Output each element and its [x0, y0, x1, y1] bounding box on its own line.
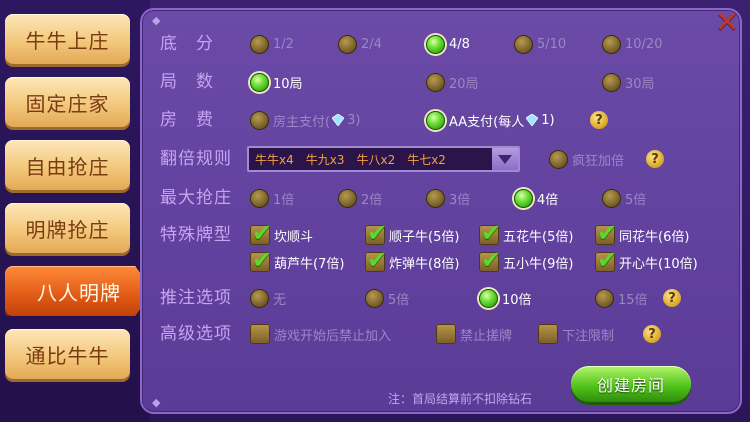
- chevron-down-icon[interactable]: [492, 148, 518, 170]
- corner-diamond-icon: ◆: [152, 14, 161, 27]
- help-icon: ?: [663, 289, 681, 307]
- sidebar-item-eight-player[interactable]: 八人明牌: [5, 266, 153, 316]
- push-bet-option-none[interactable]: 无: [250, 285, 286, 311]
- sidebar-item-fixed-banker[interactable]: 固定庄家: [5, 77, 130, 127]
- special-hand-kaixinniu[interactable]: 开心牛(10倍): [595, 246, 698, 275]
- radio-icon: [549, 149, 568, 169]
- radio-icon: [602, 72, 621, 92]
- help-icon: ?: [643, 325, 661, 343]
- sidebar-item-open-grab[interactable]: 明牌抢庄: [5, 203, 130, 253]
- multiplier-label: 翻倍规则: [160, 149, 232, 169]
- radio-selected-icon: [479, 288, 498, 308]
- special-hand-wuhuaniu[interactable]: 五花牛(5倍): [479, 219, 573, 248]
- checkbox-checked-icon: [479, 246, 501, 274]
- rounds-option-20[interactable]: 20局: [426, 69, 479, 95]
- footer-note: 注：首局结算前不扣除钻石: [388, 392, 533, 406]
- base-score-option-1[interactable]: 1/2: [250, 31, 294, 57]
- room-fee-label: 房 费: [160, 110, 214, 130]
- radio-icon: [250, 34, 269, 54]
- rounds-option-10[interactable]: 10局: [250, 69, 303, 95]
- radio-selected-icon: [514, 188, 533, 208]
- sidebar-item-free-grab[interactable]: 自由抢庄: [5, 140, 130, 190]
- radio-icon: [514, 34, 533, 54]
- advanced-label: 高级选项: [160, 324, 232, 344]
- checkbox-checked-icon: [595, 219, 617, 247]
- help-icon: ?: [646, 150, 664, 168]
- checkbox-icon: [538, 324, 558, 344]
- radio-icon: [365, 288, 384, 308]
- diamond-icon: [332, 114, 345, 126]
- radio-selected-icon: [250, 72, 269, 92]
- advanced-help[interactable]: ?: [643, 321, 661, 347]
- checkbox-icon: [250, 324, 270, 344]
- checkbox-checked-icon: [250, 246, 272, 274]
- room-fee-owner-option[interactable]: 房主支付( 3): [250, 107, 360, 133]
- radio-icon: [595, 288, 614, 308]
- special-hand-tonghuaniu[interactable]: 同花牛(6倍): [595, 219, 689, 248]
- create-room-button[interactable]: 创建房间: [571, 366, 691, 402]
- corner-diamond-icon: ◆: [152, 396, 161, 409]
- base-score-label: 底 分: [160, 34, 214, 54]
- radio-icon: [250, 288, 269, 308]
- special-hand-shunziniu[interactable]: 顺子牛(5倍): [365, 219, 459, 248]
- checkbox-checked-icon: [595, 246, 617, 274]
- radio-icon: [602, 188, 621, 208]
- max-grab-option-3[interactable]: 3倍: [426, 185, 470, 211]
- checkbox-checked-icon: [250, 219, 272, 247]
- checkbox-checked-icon: [365, 246, 387, 274]
- special-hand-huluniu[interactable]: 葫芦牛(7倍): [250, 246, 344, 275]
- max-grab-option-2[interactable]: 2倍: [338, 185, 382, 211]
- radio-icon: [250, 110, 269, 130]
- push-bet-label: 推注选项: [160, 288, 232, 308]
- base-score-option-5[interactable]: 10/20: [602, 31, 662, 57]
- sidebar-item-niuniu-shangzhuang[interactable]: 牛牛上庄: [5, 14, 130, 64]
- max-grab-option-4[interactable]: 4倍: [514, 185, 558, 211]
- diamond-icon: [526, 114, 539, 126]
- base-score-option-2[interactable]: 2/4: [338, 31, 382, 57]
- room-fee-help[interactable]: ?: [590, 107, 608, 133]
- checkbox-checked-icon: [365, 219, 387, 247]
- special-hand-zhadanniu[interactable]: 炸弹牛(8倍): [365, 246, 459, 275]
- max-grab-option-5[interactable]: 5倍: [602, 185, 646, 211]
- multiplier-help[interactable]: ?: [646, 146, 664, 172]
- max-grab-option-1[interactable]: 1倍: [250, 185, 294, 211]
- radio-icon: [602, 34, 621, 54]
- multiplier-dropdown[interactable]: 牛牛x4 牛九x3 牛八x2 牛七x2: [247, 146, 520, 172]
- advanced-no-card-rub[interactable]: 禁止搓牌: [436, 321, 512, 347]
- radio-icon: [338, 34, 357, 54]
- max-grab-label: 最大抢庄: [160, 188, 232, 208]
- multiplier-dropdown-value: 牛牛x4 牛九x3 牛八x2 牛七x2: [255, 152, 446, 167]
- advanced-bet-limit[interactable]: 下注限制: [538, 321, 614, 347]
- sidebar-item-tongbi[interactable]: 通比牛牛: [5, 329, 130, 379]
- crazy-double-option[interactable]: 疯狂加倍: [549, 146, 624, 172]
- base-score-option-4[interactable]: 5/10: [514, 31, 566, 57]
- rounds-option-30[interactable]: 30局: [602, 69, 655, 95]
- radio-icon: [426, 72, 445, 92]
- radio-icon: [338, 188, 357, 208]
- push-bet-help[interactable]: ?: [663, 285, 681, 311]
- radio-icon: [426, 188, 445, 208]
- radio-selected-icon: [426, 34, 445, 54]
- base-score-option-3[interactable]: 4/8: [426, 31, 470, 57]
- special-hand-wuxiaoniu[interactable]: 五小牛(9倍): [479, 246, 573, 275]
- rounds-label: 局 数: [160, 72, 214, 92]
- advanced-no-join-after-start[interactable]: 游戏开始后禁止加入: [250, 321, 391, 347]
- close-button[interactable]: ✕: [712, 8, 742, 38]
- radio-icon: [250, 188, 269, 208]
- room-fee-aa-option[interactable]: AA支付(每人 1): [426, 107, 555, 133]
- help-icon: ?: [590, 111, 608, 129]
- radio-selected-icon: [426, 110, 445, 130]
- close-icon: ✕: [714, 5, 740, 40]
- push-bet-option-10[interactable]: 10倍: [479, 285, 532, 311]
- special-hands-label: 特殊牌型: [160, 225, 232, 245]
- mode-sidebar: 牛牛上庄 固定庄家 自由抢庄 明牌抢庄 八人明牌 通比牛牛: [0, 0, 153, 422]
- checkbox-checked-icon: [479, 219, 501, 247]
- special-hand-kanshundou[interactable]: 坎顺斗: [250, 219, 313, 248]
- app-frame: 牛牛上庄 固定庄家 自由抢庄 明牌抢庄 八人明牌 通比牛牛 ◆ ◆ ✕ 底 分 …: [0, 0, 750, 422]
- checkbox-icon: [436, 324, 456, 344]
- push-bet-option-5[interactable]: 5倍: [365, 285, 409, 311]
- push-bet-option-15[interactable]: 15倍: [595, 285, 648, 311]
